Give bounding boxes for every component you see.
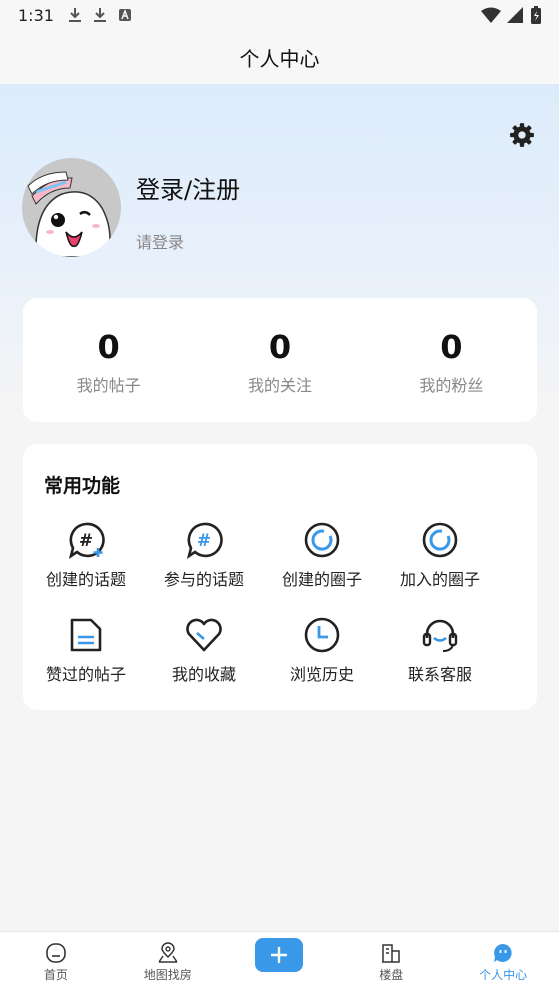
circle-icon	[304, 522, 340, 558]
avatar[interactable]	[22, 158, 121, 257]
func-label: 创建的话题	[45, 570, 126, 589]
heart-icon	[186, 618, 222, 652]
tab-home[interactable]: 首页	[0, 932, 112, 993]
func-liked-posts[interactable]: 赞过的帖子	[27, 616, 145, 685]
app-header: 个人中心	[0, 30, 559, 84]
app-notification-icon	[118, 9, 131, 21]
status-bar: 1:31	[0, 0, 559, 30]
gear-icon[interactable]	[509, 122, 535, 148]
func-label: 我的收藏	[171, 665, 236, 684]
circle-icon	[422, 522, 458, 558]
stat-value: 0	[268, 328, 292, 366]
profile-icon	[494, 944, 512, 962]
battery-icon	[531, 6, 541, 24]
add-button[interactable]	[255, 938, 304, 972]
stat-label: 我的帖子	[76, 376, 141, 395]
tab-map[interactable]: 地图找房	[112, 932, 224, 993]
tab-label: 个人中心	[479, 968, 528, 982]
func-customer-service[interactable]: 联系客服	[381, 616, 499, 685]
wifi-icon	[481, 7, 501, 23]
building-icon	[382, 944, 401, 963]
clock-icon	[304, 617, 340, 653]
func-label: 参与的话题	[163, 570, 244, 589]
home-icon	[46, 943, 66, 963]
tab-label: 楼盘	[379, 968, 404, 982]
func-history[interactable]: 浏览历史	[263, 616, 381, 685]
svg-text:#: #	[197, 531, 211, 551]
section-title: 常用功能	[44, 475, 121, 497]
func-label: 联系客服	[407, 665, 472, 684]
func-joined-circles[interactable]: 加入的圈子	[381, 521, 499, 590]
func-joined-topics[interactable]: # 参与的话题	[145, 521, 263, 590]
plus-icon	[271, 947, 288, 963]
stat-value: 0	[440, 328, 463, 366]
stats-card: 0 我的帖子 0 我的关注 0 我的粉丝	[23, 298, 537, 422]
login-register-link[interactable]: 登录/注册	[136, 170, 240, 205]
stat-label: 我的粉丝	[419, 376, 484, 395]
topic-icon: #	[186, 522, 223, 559]
func-label: 创建的圈子	[281, 570, 362, 589]
map-pin-icon	[158, 942, 178, 963]
func-created-circles[interactable]: 创建的圈子	[263, 521, 381, 590]
tab-add	[224, 932, 336, 993]
login-prompt: 请登录	[136, 233, 185, 252]
func-label: 浏览历史	[289, 665, 354, 684]
common-functions-card: 常用功能 # 创建的话题 # 参与的话题 创建的圈子 加入的圈子 赞过的帖子 我…	[23, 444, 537, 710]
svg-text:#: #	[79, 531, 93, 551]
stat-value: 0	[97, 328, 120, 366]
page-title: 个人中心	[239, 46, 320, 71]
tab-label: 首页	[43, 968, 68, 982]
func-label: 赞过的帖子	[45, 665, 126, 684]
func-favorites[interactable]: 我的收藏	[145, 616, 263, 685]
topic-add-icon: #	[68, 522, 105, 559]
stat-label: 我的关注	[247, 376, 312, 395]
download-icon	[68, 8, 81, 22]
tab-label: 地图找房	[143, 968, 192, 982]
stat-following[interactable]: 0 我的关注	[194, 298, 365, 422]
status-time: 1:31	[18, 5, 54, 25]
tab-buildings[interactable]: 楼盘	[335, 932, 447, 993]
stat-fans[interactable]: 0 我的粉丝	[366, 298, 537, 422]
download-icon	[93, 8, 106, 22]
tab-profile[interactable]: 个人中心	[447, 932, 559, 993]
system-icons	[481, 6, 541, 24]
bottom-tab-bar: 首页 地图找房 楼盘 个人中心	[0, 931, 559, 993]
headset-icon	[422, 619, 458, 652]
signal-icon	[507, 7, 523, 23]
func-label: 加入的圈子	[399, 570, 480, 589]
func-created-topics[interactable]: # 创建的话题	[27, 521, 145, 590]
notification-icons	[68, 7, 132, 23]
document-icon	[70, 618, 102, 652]
stat-posts[interactable]: 0 我的帖子	[23, 298, 194, 422]
